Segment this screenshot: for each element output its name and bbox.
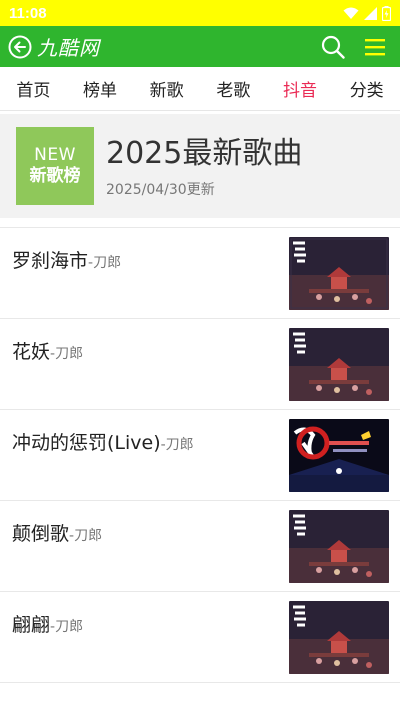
tab-new-songs[interactable]: 新歌 — [133, 76, 200, 101]
song-list-item[interactable]: 花妖-刀郎 — [0, 318, 400, 409]
song-list: 罗刹海市-刀郎 花妖-刀郎 冲动的惩罚(Live)-刀郎 颠倒歌-刀郎 翩翩-刀… — [0, 227, 400, 682]
chart-banner: NEW 新歌榜 2025最新歌曲 2025/04/30更新 — [0, 114, 400, 218]
list-divider — [0, 682, 400, 683]
wifi-icon — [343, 7, 359, 19]
album-cover-shange-icon — [289, 601, 389, 674]
tab-douyin[interactable]: 抖音 — [267, 76, 334, 101]
song-list-item[interactable]: 翩翩-刀郎 — [0, 591, 400, 682]
search-icon — [321, 35, 345, 59]
badge-new-label: NEW — [34, 144, 76, 165]
status-icons — [343, 5, 391, 21]
album-cover-shange-icon — [289, 510, 389, 583]
album-cover[interactable] — [289, 601, 389, 674]
song-artist: -刀郎 — [160, 437, 194, 453]
back-button[interactable] — [8, 35, 32, 59]
song-text: 罗刹海市-刀郎 — [12, 246, 121, 273]
nav-tabs: 首页 榜单 新歌 老歌 抖音 分类 — [0, 67, 400, 111]
song-list-item[interactable]: 罗刹海市-刀郎 — [0, 227, 400, 318]
song-text: 冲动的惩罚(Live)-刀郎 — [12, 428, 194, 455]
song-list-item[interactable]: 颠倒歌-刀郎 — [0, 500, 400, 591]
search-button[interactable] — [320, 34, 346, 60]
album-cover[interactable] — [289, 510, 389, 583]
signal-icon — [364, 6, 377, 20]
menu-button[interactable] — [362, 34, 388, 60]
song-title: 翩翩 — [12, 614, 51, 636]
back-arrow-icon — [8, 35, 32, 58]
song-list-item[interactable]: 冲动的惩罚(Live)-刀郎 — [0, 409, 400, 500]
song-title: 颠倒歌 — [12, 523, 70, 545]
new-chart-badge: NEW 新歌榜 — [16, 127, 94, 205]
album-cover-shange-icon — [289, 328, 389, 401]
album-cover-shange-icon — [289, 237, 389, 310]
tab-home[interactable]: 首页 — [0, 76, 67, 101]
song-text: 翩翩-刀郎 — [12, 610, 83, 637]
song-title: 罗刹海市 — [12, 250, 89, 272]
app-header: 九酷网 — [0, 26, 400, 67]
album-cover[interactable] — [289, 419, 389, 492]
banner-update-date: 2025/04/30更新 — [106, 182, 215, 198]
menu-icon — [365, 38, 385, 55]
song-artist: -刀郎 — [50, 619, 84, 635]
album-cover[interactable] — [289, 237, 389, 310]
status-time: 11:08 — [9, 4, 47, 22]
album-cover[interactable] — [289, 328, 389, 401]
song-artist: -刀郎 — [88, 255, 122, 271]
song-text: 颠倒歌-刀郎 — [12, 519, 102, 546]
song-text: 花妖-刀郎 — [12, 337, 83, 364]
tab-categories[interactable]: 分类 — [333, 76, 400, 101]
battery-icon — [382, 5, 391, 21]
song-title: 花妖 — [12, 341, 51, 363]
tab-old-songs[interactable]: 老歌 — [200, 76, 267, 101]
album-cover-concert-icon — [289, 419, 389, 492]
status-bar: 11:08 — [0, 0, 400, 26]
badge-chart-label: 新歌榜 — [29, 165, 81, 186]
song-artist: -刀郎 — [69, 528, 103, 544]
song-artist: -刀郎 — [50, 346, 84, 362]
app-title: 九酷网 — [37, 36, 100, 60]
tab-charts[interactable]: 榜单 — [67, 76, 134, 101]
banner-title: 2025最新歌曲 — [106, 136, 303, 171]
song-title: 冲动的惩罚(Live) — [12, 432, 161, 454]
